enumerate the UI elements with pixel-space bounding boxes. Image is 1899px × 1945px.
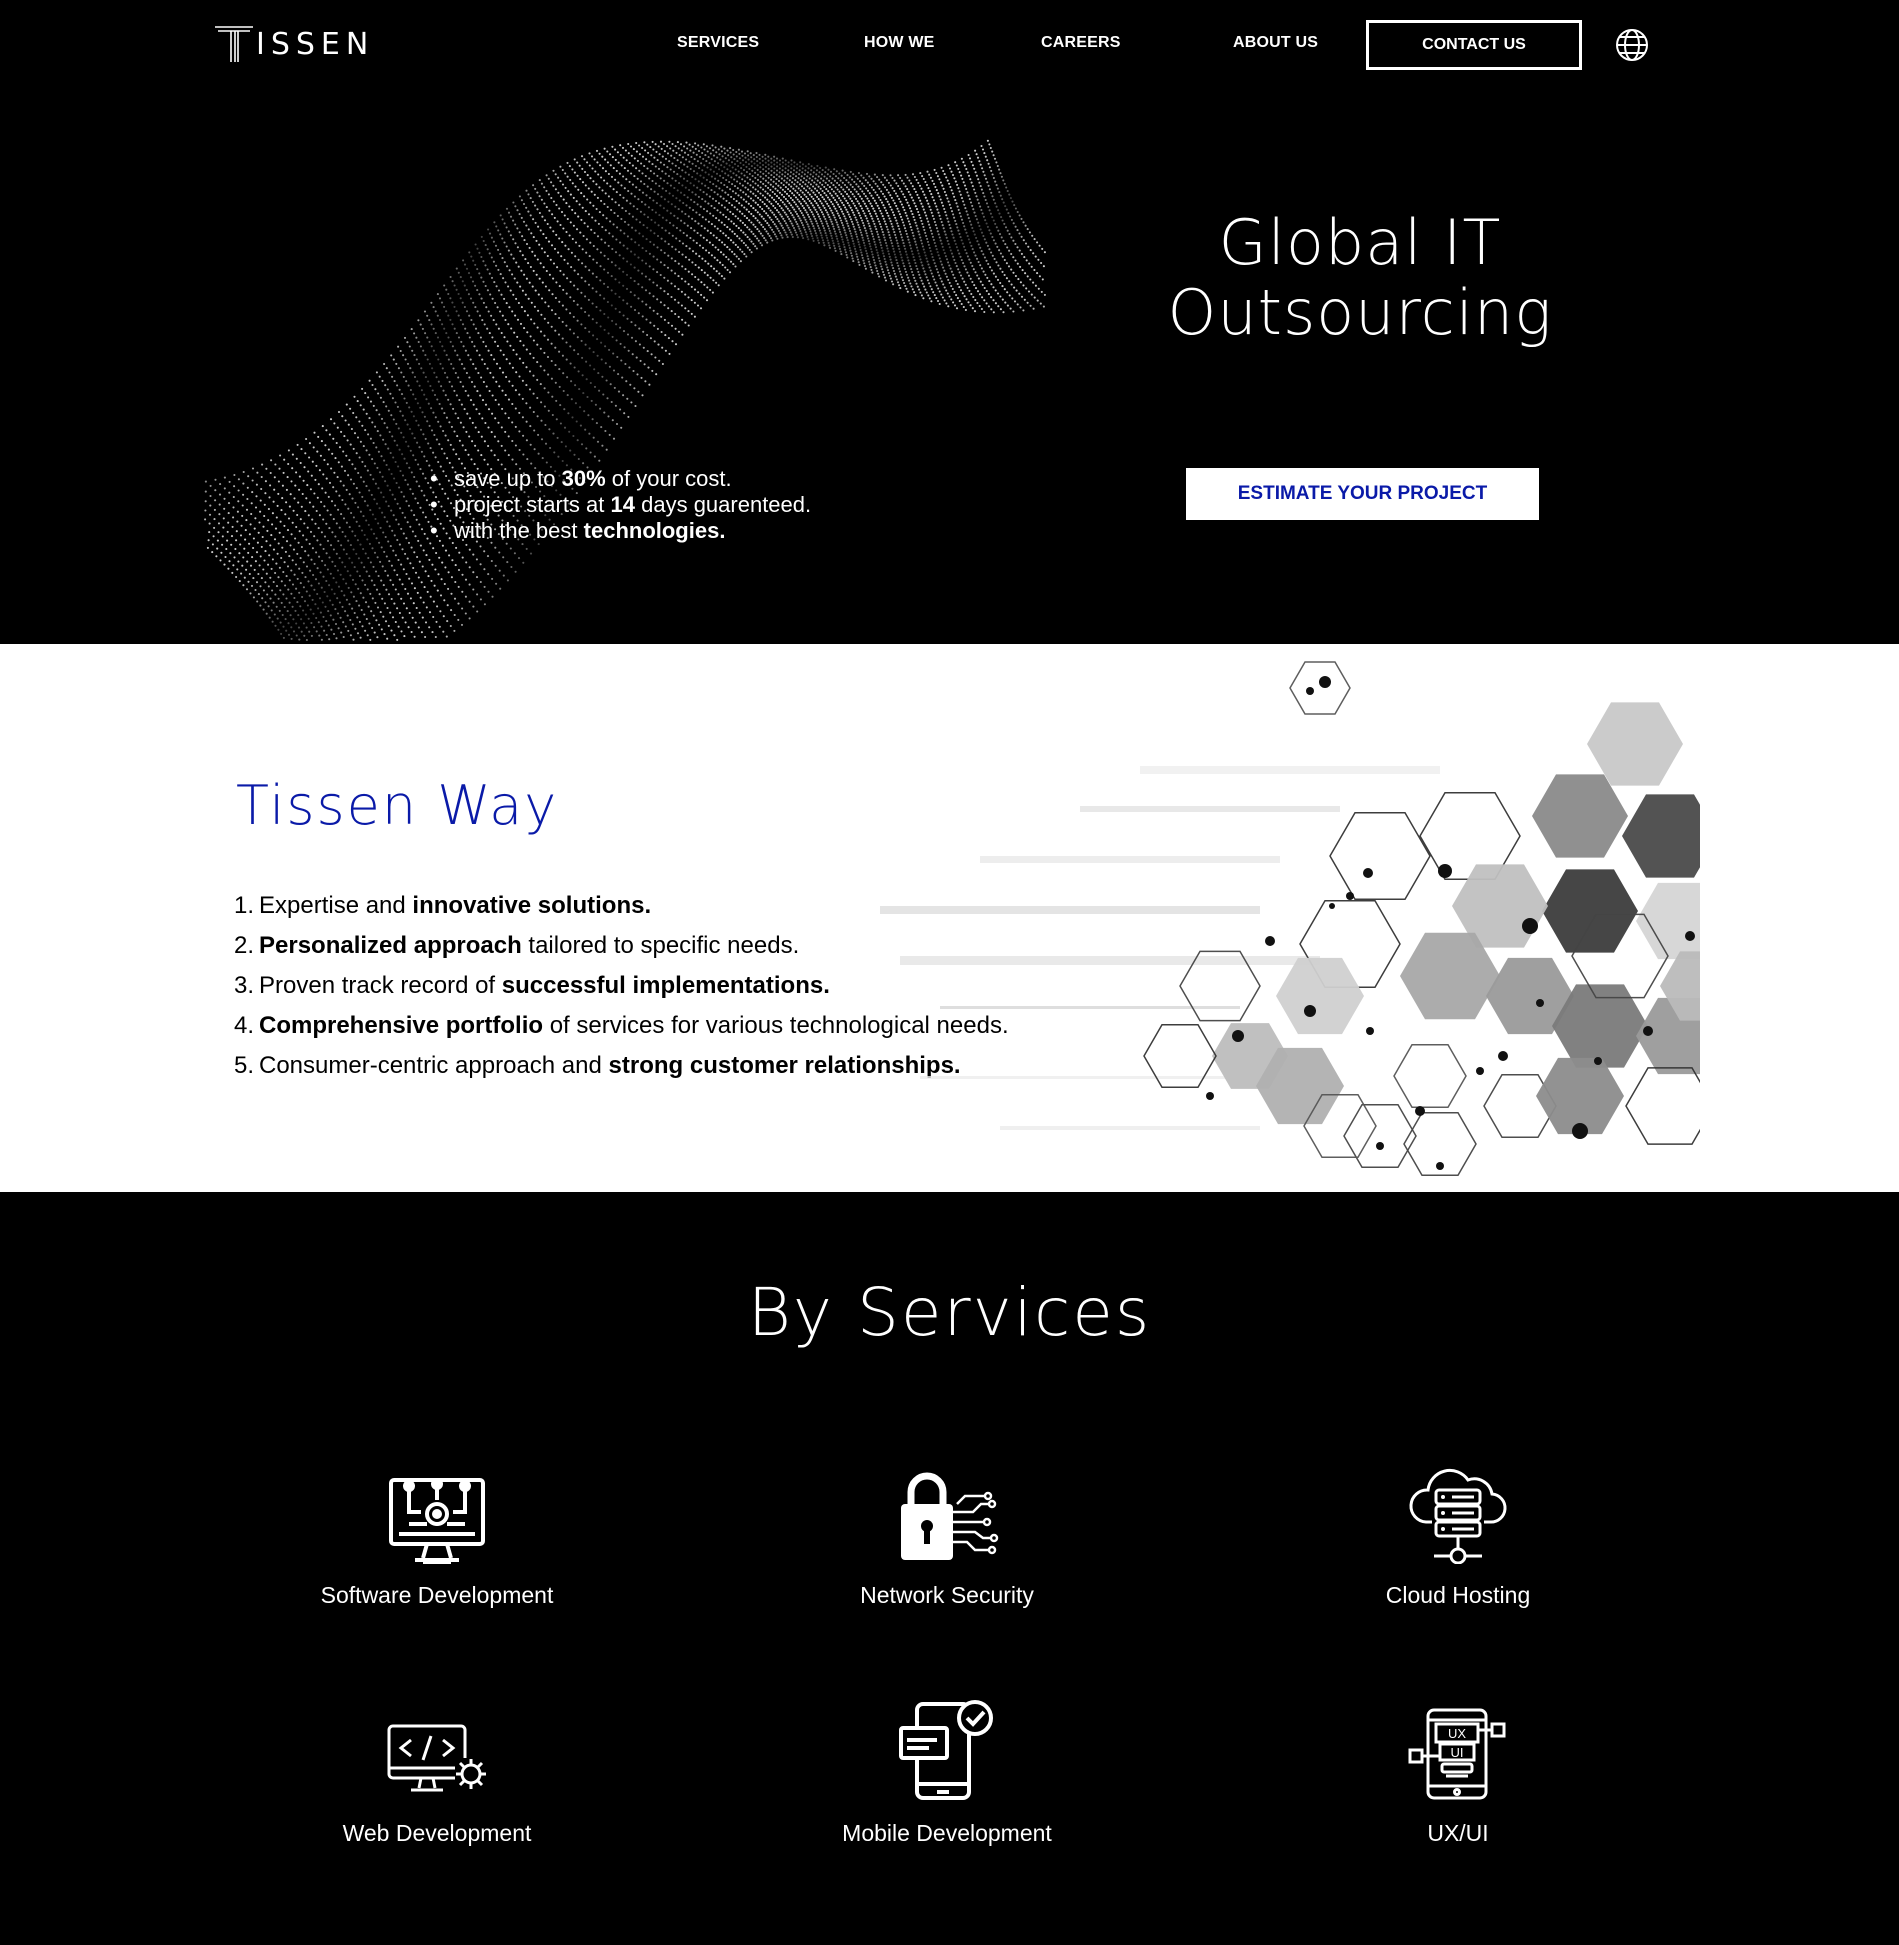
contact-us-button[interactable]: CONTACT US <box>1366 20 1582 70</box>
nav-services[interactable]: SERVICES <box>677 34 759 52</box>
services-section: By Services Software Development Network… <box>0 1192 1899 1945</box>
benefit-item: save up to 30% of your cost. <box>430 466 811 492</box>
logo[interactable]: ISSEN <box>214 24 374 64</box>
padlock-circuit-icon <box>901 1472 999 1560</box>
list-text: tailored to specific needs. <box>521 932 800 959</box>
tissen-way-section: Tissen Way 1. Expertise and innovative so… <box>0 644 1899 1192</box>
list-text: Consumer-centric approach and <box>259 1052 609 1079</box>
benefit-text: project starts at <box>454 492 611 517</box>
nav-careers[interactable]: CAREERS <box>1041 34 1121 52</box>
hero-title: Global IT Outsourcing <box>1100 208 1620 348</box>
benefit-item: with the best technologies. <box>430 518 811 544</box>
list-number: 3. <box>233 972 254 999</box>
tissen-way-title: Tissen Way <box>236 774 559 837</box>
list-text: Proven track record of <box>259 972 502 999</box>
hero-title-line2: Outsourcing <box>1167 276 1553 349</box>
smartphone-check-icon <box>899 1700 993 1800</box>
list-number: 1. <box>233 892 254 919</box>
services-title: By Services <box>747 1274 1152 1351</box>
list-text: Expertise and <box>259 892 413 919</box>
particle-wave-graphic <box>204 139 1046 642</box>
list-highlight: innovative solutions. <box>412 892 652 919</box>
service-mobile-development[interactable]: Mobile Development <box>747 1698 1147 1847</box>
ux-icon-text: UX <box>1448 1726 1466 1741</box>
benefit-text: save up to <box>454 466 562 491</box>
software-development-icon <box>389 1478 485 1564</box>
hexagon-network-graphic <box>880 661 1700 1176</box>
logo-text: ISSEN <box>256 26 375 62</box>
hero-benefits-list: save up to 30% of your cost. project sta… <box>430 466 811 544</box>
hero-section: ISSEN SERVICES HOW WE CAREERS ABOUT US C… <box>0 0 1899 644</box>
service-label: UX/UI <box>1427 1820 1489 1846</box>
monitor-code-gear-icon <box>387 1724 486 1792</box>
benefit-highlight: 14 <box>610 492 635 517</box>
hero-title-line1: Global IT <box>1218 206 1502 279</box>
estimate-project-button[interactable]: ESTIMATE YOUR PROJECT <box>1186 468 1539 520</box>
nav-about-us[interactable]: ABOUT US <box>1233 34 1318 52</box>
list-number: 2. <box>233 932 254 959</box>
cloud-server-icon <box>1409 1469 1507 1564</box>
benefit-item: project starts at 14 days guarenteed. <box>430 492 811 518</box>
service-label: Web Development <box>342 1820 532 1846</box>
globe-icon[interactable] <box>1614 27 1650 63</box>
service-label: Network Security <box>860 1582 1034 1608</box>
ui-icon-text: UI <box>1451 1745 1464 1760</box>
list-number: 5. <box>233 1052 254 1079</box>
benefit-text: of your cost. <box>605 466 732 491</box>
service-web-development[interactable]: Web Development <box>237 1698 637 1847</box>
benefit-text: with the best <box>454 518 584 543</box>
benefit-highlight: technologies. <box>583 518 726 543</box>
list-highlight: Personalized approach <box>259 932 522 959</box>
service-label: Cloud Hosting <box>1385 1582 1531 1608</box>
list-number: 4. <box>233 1012 254 1039</box>
benefit-text: days guarenteed. <box>635 492 812 517</box>
service-software-development[interactable]: Software Development <box>237 1460 637 1609</box>
logo-t-mark <box>215 26 253 62</box>
service-ux-ui[interactable]: UX UI UX/UI <box>1258 1698 1658 1847</box>
list-highlight: Comprehensive portfolio <box>259 1012 544 1039</box>
service-cloud-hosting[interactable]: Cloud Hosting <box>1258 1460 1658 1609</box>
service-network-security[interactable]: Network Security <box>747 1460 1147 1609</box>
nav-how-we[interactable]: HOW WE <box>864 34 935 52</box>
benefit-highlight: 30% <box>561 466 606 491</box>
service-label: Software Development <box>320 1582 554 1608</box>
list-highlight: successful implementations. <box>501 972 830 999</box>
ux-ui-phone-icon: UX UI <box>1408 1708 1506 1800</box>
service-label: Mobile Development <box>842 1820 1052 1846</box>
